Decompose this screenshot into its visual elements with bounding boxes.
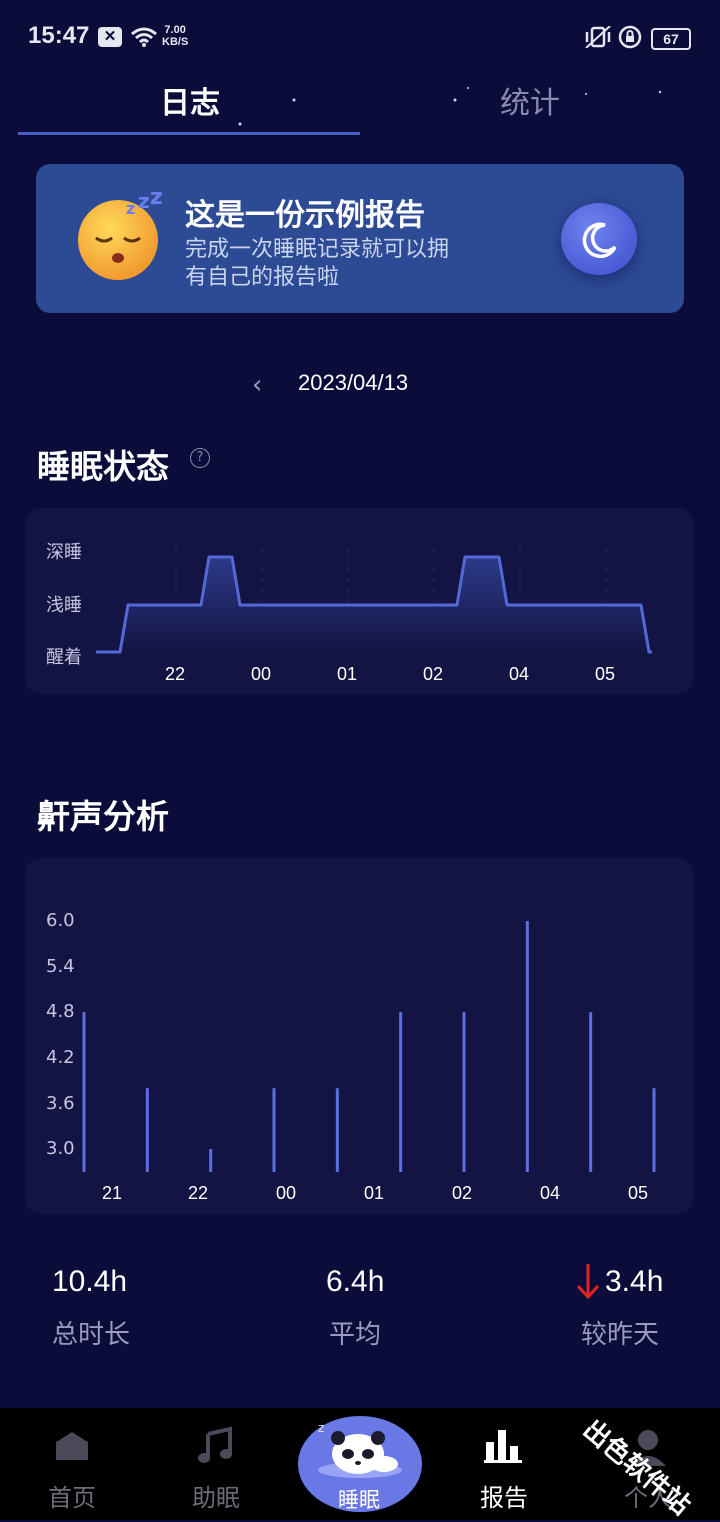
total-duration-label: 总时长 bbox=[52, 1320, 131, 1350]
down-arrow-icon bbox=[576, 1264, 600, 1300]
snore-x-tick: 04 bbox=[540, 1183, 561, 1203]
snore-x-tick: 22 bbox=[188, 1183, 209, 1203]
home-icon[interactable] bbox=[52, 1428, 92, 1464]
snore-bar bbox=[525, 921, 529, 1172]
vs-yesterday-value: 3.4h bbox=[605, 1265, 664, 1298]
nav-sleep-label[interactable]: 睡眠 bbox=[338, 1484, 380, 1514]
total-duration-value: 10.4h bbox=[52, 1265, 128, 1298]
nav-sleep-aid-label[interactable]: 助眠 bbox=[192, 1478, 240, 1513]
snore-x-tick: 01 bbox=[364, 1183, 385, 1203]
snore-x-tick: 05 bbox=[628, 1183, 649, 1203]
snore-bar bbox=[82, 1012, 86, 1172]
snore-bar bbox=[272, 1088, 276, 1172]
snore-x-tick: 02 bbox=[452, 1183, 473, 1203]
snore-bar bbox=[399, 1012, 403, 1172]
snore-bar bbox=[145, 1088, 149, 1172]
music-note-icon[interactable] bbox=[196, 1426, 236, 1466]
snore-bar bbox=[335, 1088, 339, 1172]
average-label: 平均 bbox=[329, 1320, 382, 1350]
snore-x-tick: 00 bbox=[276, 1183, 297, 1203]
snore-bar-chart bbox=[82, 921, 656, 1172]
nav-home-label[interactable]: 首页 bbox=[48, 1478, 96, 1513]
snore-x-tick: 21 bbox=[102, 1183, 123, 1203]
vs-yesterday-label: 较昨天 bbox=[581, 1320, 660, 1350]
snore-bar bbox=[652, 1088, 656, 1172]
snore-bar bbox=[589, 1012, 593, 1172]
svg-text:z: z bbox=[318, 1421, 324, 1435]
snore-bar bbox=[209, 1149, 213, 1172]
average-value: 6.4h bbox=[326, 1265, 385, 1298]
bar-chart-icon[interactable] bbox=[484, 1426, 524, 1464]
snore-bar bbox=[462, 1012, 466, 1172]
nav-report-label[interactable]: 报告 bbox=[480, 1478, 528, 1513]
